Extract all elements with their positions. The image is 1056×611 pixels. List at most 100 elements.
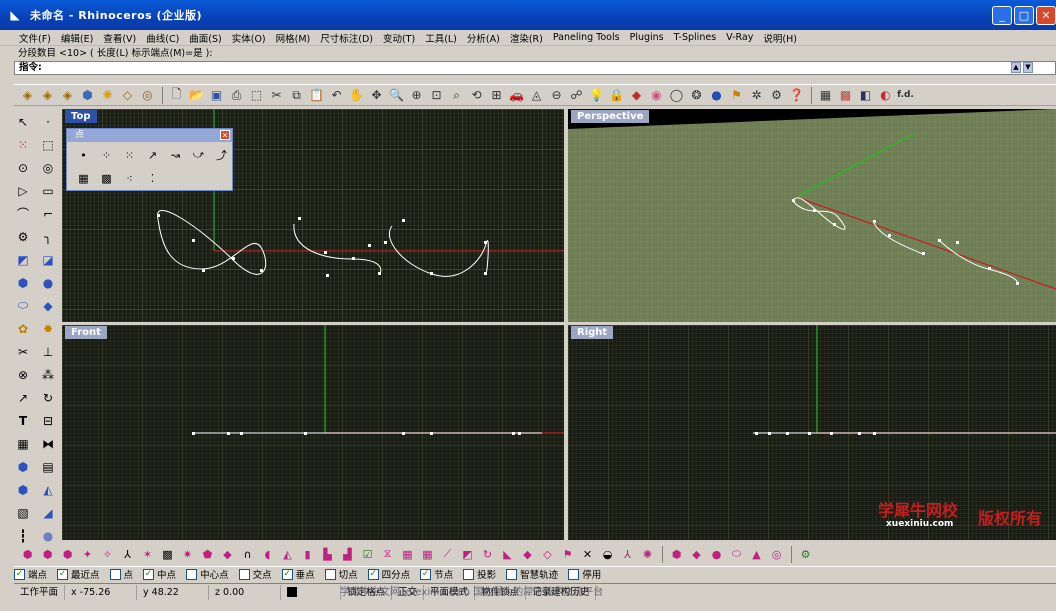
- vray-render-icon[interactable]: ◧: [856, 86, 875, 105]
- plane-surface-icon[interactable]: ◢: [37, 502, 59, 523]
- solid-cube-icon[interactable]: ⬢: [58, 545, 77, 564]
- osnap-item[interactable]: 中心点: [186, 567, 229, 581]
- osnap-checkbox[interactable]: ✓: [57, 568, 69, 580]
- copy-icon[interactable]: ⧉: [287, 86, 306, 105]
- menu-view[interactable]: 查看(V): [98, 31, 141, 45]
- primitive-torus-icon[interactable]: ◎: [767, 545, 786, 564]
- close-button[interactable]: ✕: [1036, 6, 1056, 25]
- steps-icon[interactable]: ▟: [338, 545, 357, 564]
- stack-icon[interactable]: ▙: [318, 545, 337, 564]
- circle-icon[interactable]: ⊙: [12, 157, 34, 178]
- extrude-icon[interactable]: ◪: [37, 249, 59, 270]
- zoom-selected-icon[interactable]: ⌕: [447, 86, 466, 105]
- cylinder-icon[interactable]: ⬭: [12, 295, 34, 316]
- select-arrow-icon[interactable]: ↖: [12, 111, 34, 132]
- osnap-item[interactable]: ✓ 端点: [14, 567, 47, 581]
- bend-icon[interactable]: ✧: [98, 545, 117, 564]
- point-array-icon[interactable]: ▦: [73, 168, 94, 188]
- print-icon[interactable]: ⎙: [227, 86, 246, 105]
- multiple-points-icon[interactable]: ⁘: [96, 145, 117, 165]
- weld-icon[interactable]: ⧖: [378, 545, 397, 564]
- column-icon[interactable]: ▮: [298, 545, 317, 564]
- menu-curve[interactable]: 曲线(C): [141, 31, 184, 45]
- divide-length-icon[interactable]: ↝: [165, 145, 186, 165]
- menu-solid[interactable]: 实体(O): [227, 31, 271, 45]
- solid-box-icon[interactable]: ⬢: [18, 545, 37, 564]
- history-down-icon[interactable]: ▼: [1023, 62, 1033, 73]
- flag-tool-icon[interactable]: ⚑: [558, 545, 577, 564]
- explode-icon[interactable]: ✸: [37, 318, 59, 339]
- osnap-checkbox[interactable]: ✓: [367, 568, 379, 580]
- deform-icon[interactable]: ✷: [178, 545, 197, 564]
- block-icon[interactable]: ▧: [12, 502, 34, 523]
- point-panel-header[interactable]: 点 ✕: [67, 129, 232, 142]
- point-grid-icon[interactable]: ⁙: [119, 145, 140, 165]
- render-scene-icon[interactable]: ▩: [836, 86, 855, 105]
- group-icon[interactable]: ⁂: [37, 364, 59, 385]
- osnap-item[interactable]: 智慧轨迹: [506, 567, 558, 581]
- fillet-icon[interactable]: ╮: [37, 226, 59, 247]
- properties-icon[interactable]: ⚙: [767, 86, 786, 105]
- osnap-item[interactable]: ✓ 节点: [420, 567, 453, 581]
- analyze-icon[interactable]: ⬢: [12, 456, 34, 477]
- flag-icon[interactable]: ⚑: [727, 86, 746, 105]
- move-icon[interactable]: ↗: [12, 387, 34, 408]
- extrude-face-icon[interactable]: ◭: [278, 545, 297, 564]
- join-icon[interactable]: ⊗: [12, 364, 34, 385]
- select-points-icon[interactable]: ◈: [38, 86, 57, 105]
- command-input[interactable]: 指令: ▲ ▼: [14, 61, 1056, 75]
- dense-grid-icon[interactable]: ▩: [96, 168, 117, 188]
- osnap-checkbox[interactable]: ✓: [143, 568, 155, 580]
- export-icon[interactable]: ⬚: [247, 86, 266, 105]
- smooth-icon[interactable]: ◖: [258, 545, 277, 564]
- osnap-item[interactable]: 停用: [568, 567, 601, 581]
- primitive-sphere-icon[interactable]: ●: [707, 545, 726, 564]
- status-layer-swatch[interactable]: [281, 584, 342, 600]
- color-wheel-icon[interactable]: ◉: [647, 86, 666, 105]
- osnap-checkbox[interactable]: [238, 568, 250, 580]
- grid-tool-icon[interactable]: ▦: [398, 545, 417, 564]
- menu-file[interactable]: 文件(F): [14, 31, 56, 45]
- osnap-checkbox[interactable]: [324, 568, 336, 580]
- viewport-front-label[interactable]: Front: [65, 326, 107, 339]
- menu-mesh[interactable]: 网格(M): [271, 31, 316, 45]
- osnap-item[interactable]: 交点: [238, 567, 272, 581]
- minimize-button[interactable]: _: [992, 6, 1012, 25]
- fd-icon[interactable]: f.d.: [896, 86, 915, 105]
- undo-icon[interactable]: ↶: [327, 86, 346, 105]
- cplane-icon[interactable]: ⊖: [547, 86, 566, 105]
- lasso-icon[interactable]: ◎: [138, 86, 157, 105]
- arch-icon[interactable]: ∩: [238, 545, 257, 564]
- shear-icon[interactable]: ◆: [218, 545, 237, 564]
- subdivide-icon[interactable]: ▦: [418, 545, 437, 564]
- osnap-checkbox[interactable]: ✓: [14, 568, 25, 580]
- plane-icon[interactable]: ◬: [527, 86, 546, 105]
- boolean-icon[interactable]: ✿: [12, 318, 34, 339]
- text-icon[interactable]: T: [12, 410, 34, 431]
- viewport-perspective-label[interactable]: Perspective: [571, 110, 650, 123]
- scatter-points-icon[interactable]: ⁖: [119, 168, 140, 188]
- mirror-icon[interactable]: ⧓: [37, 433, 59, 454]
- drop-icon[interactable]: ◒: [598, 545, 617, 564]
- primitive-cone-icon[interactable]: ▲: [747, 545, 766, 564]
- point-panel-close-icon[interactable]: ✕: [220, 130, 230, 140]
- open-file-icon[interactable]: 📂: [187, 86, 206, 105]
- closest-point-icon[interactable]: ⤻: [188, 145, 209, 165]
- menu-dimension[interactable]: 尺寸标注(D): [315, 31, 378, 45]
- osnap-item[interactable]: ✓ 中点: [143, 567, 176, 581]
- box-icon[interactable]: ⬢: [78, 86, 97, 105]
- new-file-icon[interactable]: 🗋: [167, 86, 186, 105]
- viewport-front[interactable]: Front: [62, 325, 564, 540]
- star-tool-icon[interactable]: ✺: [638, 545, 657, 564]
- trim-icon[interactable]: ✂: [12, 341, 34, 362]
- point-cloud-icon[interactable]: ⁙: [12, 134, 34, 155]
- maximize-button[interactable]: □: [1014, 6, 1034, 25]
- osnap-item[interactable]: ✓ 垂点: [281, 567, 315, 581]
- rotate-view-icon[interactable]: ✥: [367, 86, 386, 105]
- osnap-checkbox[interactable]: [506, 568, 518, 580]
- history-up-icon[interactable]: ▲: [1011, 62, 1021, 73]
- car-icon[interactable]: 🚗: [507, 86, 526, 105]
- rect-icon[interactable]: ▭: [37, 180, 59, 201]
- osnap-item[interactable]: ✓ 最近点: [57, 567, 100, 581]
- osnap-item[interactable]: ✓ 四分点: [367, 567, 410, 581]
